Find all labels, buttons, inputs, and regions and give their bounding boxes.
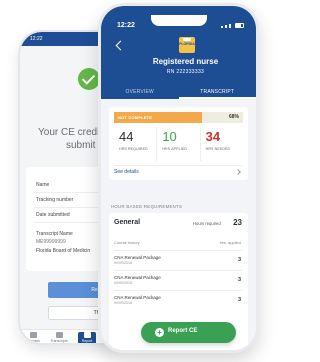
course-row[interactable]: CNA Renewal Package 09/09/2018 3 — [114, 250, 243, 270]
plus-icon: + — [155, 328, 164, 337]
nav-transcripts[interactable]: Transcripts — [50, 332, 68, 343]
florida-logo: FLORIDA — [179, 37, 195, 53]
nav-label: Transcripts — [50, 339, 68, 343]
field-name-label: Name — [36, 182, 50, 188]
field-date-label: Date submitted — [36, 212, 70, 218]
course-row[interactable]: CNA Renewal Package 09/09/2018 3 — [114, 270, 243, 290]
course-date: 09/09/2018 — [114, 261, 132, 265]
hours-stats: 44 HRS REQUIRED 10 HRS APPLIED 34 HRS NE… — [114, 127, 243, 161]
license-icon — [29, 332, 37, 338]
field-transcript-label: Transcript Name — [36, 231, 73, 237]
completion-progress-bar: NOT COMPLETE 68% — [114, 112, 243, 123]
stat-hours-required: 44 HRS REQUIRED — [114, 127, 158, 161]
hours-required-value: 23 — [233, 218, 242, 227]
front-phone: 12:22 FLORIDA Registered nurse RN 222333… — [98, 3, 259, 353]
report-icon — [83, 332, 91, 338]
progress-percent: 68% — [228, 114, 239, 120]
course-history-header: Course history — [114, 240, 140, 245]
nav-label: Licenses — [26, 339, 40, 343]
chevron-right-icon — [235, 169, 241, 175]
status-time: 12:22 — [117, 22, 135, 29]
transcript-content: NOT COMPLETE 68% 44 HRS REQUIRED 10 HRS … — [101, 99, 256, 350]
stat-value: 44 — [119, 129, 134, 144]
stat-hours-needed: 34 HRS NEEDED — [201, 127, 243, 161]
field-transcript-value: ME99999999 — [36, 239, 66, 245]
nav-licenses[interactable]: Licenses — [24, 332, 42, 343]
course-date: 09/09/2018 — [114, 301, 132, 305]
field-board-label: Florida Board of Medicin — [36, 248, 91, 254]
nav-report[interactable]: Report — [78, 332, 96, 343]
requirement-title: General — [114, 219, 141, 226]
course-name: CNA Renewal Package — [114, 275, 161, 280]
signal-icon — [229, 24, 231, 28]
transcript-icon — [55, 332, 63, 338]
success-check-icon — [78, 68, 100, 90]
signal-icon — [221, 26, 223, 28]
battery-icon — [235, 23, 244, 28]
progress-card: NOT COMPLETE 68% 44 HRS REQUIRED 10 HRS … — [109, 107, 248, 180]
app-header: 12:22 FLORIDA Registered nurse RN 222333… — [101, 6, 256, 99]
report-ce-label: Report CE — [168, 328, 198, 334]
report-ce-button[interactable]: + Report CE — [141, 322, 236, 343]
course-hours: 3 — [237, 257, 241, 263]
license-number: RN 222333333 — [166, 69, 205, 75]
hours-required-label: Hours required — [193, 221, 221, 226]
course-name: CNA Renewal Package — [114, 255, 161, 260]
tab-overview[interactable]: OVERVIEW — [101, 86, 179, 99]
stat-value: 34 — [205, 129, 221, 144]
stat-value: 10 — [162, 129, 177, 144]
tab-transcript[interactable]: TRANSCRIPT — [178, 86, 256, 99]
field-tracking-label: Tracking number — [36, 197, 74, 203]
course-row[interactable]: CNA Renewal Package 09/09/2018 3 — [114, 290, 243, 310]
course-date: 09/09/2018 — [114, 281, 132, 285]
signal-icon — [225, 25, 227, 28]
license-title: Registered nurse — [152, 57, 219, 66]
course-name: CNA Renewal Package — [114, 295, 161, 300]
see-details-label: See details — [114, 169, 139, 175]
nav-label: Report — [81, 339, 93, 343]
phone-notch — [151, 15, 207, 26]
hrs-applied-header: Hrs. applied — [219, 240, 241, 245]
course-hours: 3 — [237, 277, 241, 283]
course-hours: 3 — [237, 297, 241, 303]
progress-status: NOT COMPLETE — [118, 115, 153, 120]
status-icons — [221, 23, 244, 28]
stat-label: HRS REQUIRED — [119, 147, 148, 151]
stat-hours-applied: 10 HRS APPLIED — [157, 127, 201, 161]
back-arrow-icon[interactable] — [115, 40, 126, 51]
stat-label: HRS APPLIED — [162, 147, 187, 151]
see-details-link[interactable]: See details — [114, 165, 243, 177]
stat-label: HRS NEEDED — [205, 147, 231, 151]
status-time: 12:22 — [30, 36, 43, 42]
tab-bar: OVERVIEW TRANSCRIPT — [101, 86, 256, 99]
section-heading: HOUR BASED REQUIREMENTS — [111, 204, 183, 209]
